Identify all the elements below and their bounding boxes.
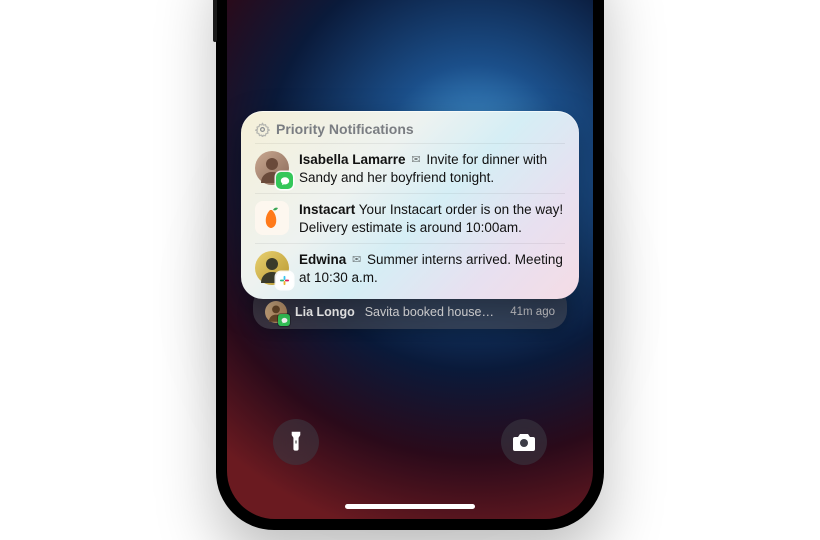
notification-text: Instacart Your Instacart order is on the…	[299, 201, 565, 236]
lock-screen: Priority Notifications Isabella Lamarre …	[227, 0, 593, 519]
priority-header: Priority Notifications	[255, 121, 565, 137]
notification-stack: Priority Notifications Isabella Lamarre …	[241, 111, 579, 329]
camera-icon	[512, 432, 536, 452]
priority-item[interactable]: Isabella Lamarre ✉︎ Invite for dinner wi…	[255, 143, 565, 193]
volume-button	[213, 0, 217, 42]
timestamp: 41m ago	[510, 306, 555, 318]
sender-name: Edwina	[299, 252, 346, 267]
priority-item[interactable]: Instacart Your Instacart order is on the…	[255, 193, 565, 243]
message-body: Savita booked house…	[365, 305, 494, 319]
priority-notifications-card[interactable]: Priority Notifications Isabella Lamarre …	[241, 111, 579, 299]
sender-name: Isabella Lamarre	[299, 152, 406, 167]
notification-text: Isabella Lamarre ✉︎ Invite for dinner wi…	[299, 151, 565, 186]
sender-name: Instacart	[299, 202, 355, 217]
notification-text: Edwina ✉︎ Summer interns arrived. Meetin…	[299, 251, 565, 286]
messages-badge-icon	[278, 314, 290, 326]
camera-button[interactable]	[501, 419, 547, 465]
flashlight-button[interactable]	[273, 419, 319, 465]
priority-title: Priority Notifications	[276, 121, 414, 137]
reply-icon: ✉︎	[411, 154, 420, 166]
avatar	[255, 251, 289, 285]
instacart-app-icon	[255, 201, 289, 235]
messages-badge-icon	[276, 172, 293, 189]
home-indicator[interactable]	[345, 504, 475, 509]
quick-actions	[227, 419, 593, 465]
flashlight-icon	[286, 430, 306, 454]
gear-icon	[255, 122, 270, 137]
slack-badge-icon	[276, 272, 293, 289]
phone-frame: Priority Notifications Isabella Lamarre …	[216, 0, 604, 530]
priority-item[interactable]: Edwina ✉︎ Summer interns arrived. Meetin…	[255, 243, 565, 293]
sender-name: Lia Longo	[295, 305, 355, 319]
avatar	[255, 151, 289, 185]
avatar	[265, 301, 287, 323]
reply-icon: ✉︎	[352, 254, 361, 266]
